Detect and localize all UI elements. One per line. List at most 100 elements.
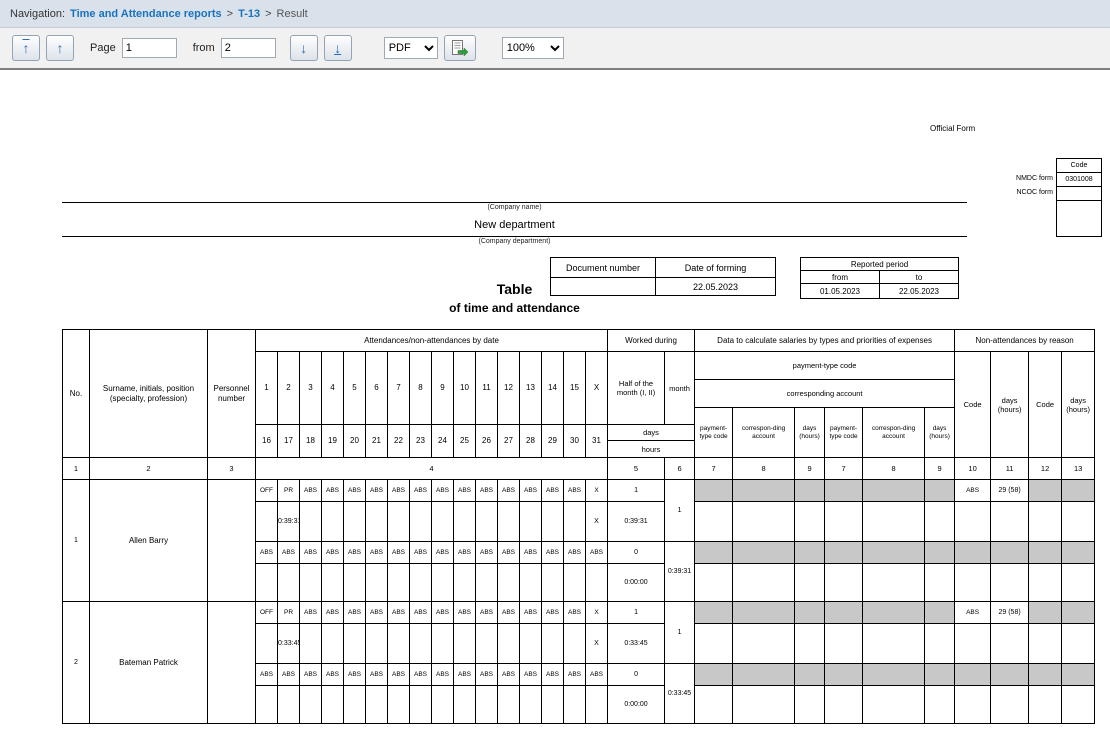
arrow-up-bar-icon: ↑ [23, 41, 30, 55]
last-page-button[interactable]: ↓ [324, 35, 352, 61]
day-hours-cell [498, 686, 520, 724]
day-code-cell: ABS [366, 480, 388, 502]
total-pages-input[interactable] [221, 38, 276, 58]
salary-data-cell [863, 542, 925, 564]
employee-row-codes-1: 2Bateman PatrickOFFPRABSABSABSABSABSABSA… [63, 602, 1095, 624]
employee-name-cell: Allen Barry [90, 480, 208, 602]
day-code-cell: ABS [300, 480, 322, 502]
column-number: 4 [256, 458, 608, 480]
column-number: 6 [665, 458, 695, 480]
day-code-cell: ABS [432, 542, 454, 564]
header-sub-days: days (hours) [925, 408, 955, 458]
date-column-header: 26 [476, 425, 498, 458]
company-department-line [62, 236, 967, 237]
day-code-cell: ABS [432, 480, 454, 502]
day-code-cell: ABS [498, 480, 520, 502]
day-hours-cell [344, 686, 366, 724]
official-form-label: Official Form [930, 124, 975, 133]
salary-data-cell [925, 502, 955, 542]
day-hours-cell [432, 624, 454, 664]
half-month-hours-cell: 0:00:00 [608, 564, 665, 602]
salary-data-cell [733, 564, 795, 602]
day-hours-cell [476, 564, 498, 602]
date-column-header: 12 [498, 352, 520, 425]
day-hours-cell [432, 502, 454, 542]
day-code-cell: ABS [586, 542, 608, 564]
format-select[interactable]: PDF [384, 37, 438, 59]
salary-data-cell [733, 664, 795, 686]
personnel-number-cell [208, 480, 256, 602]
day-code-cell: ABS [498, 602, 520, 624]
zoom-select[interactable]: 100% [502, 37, 564, 59]
nonattendance-cell [1029, 564, 1062, 602]
salary-data-cell [925, 542, 955, 564]
next-page-button[interactable]: ↓ [290, 35, 318, 61]
nonattendance-cell [991, 664, 1029, 686]
nonattendance-cell [1062, 502, 1095, 542]
breadcrumb-link-t13[interactable]: T-13 [238, 8, 260, 20]
salary-data-cell [795, 602, 825, 624]
date-column-header: 25 [454, 425, 476, 458]
salary-data-cell [925, 686, 955, 724]
date-column-header: 3 [300, 352, 322, 425]
day-code-cell: ABS [344, 664, 366, 686]
nonattendance-cell [955, 686, 991, 724]
salary-data-cell [863, 502, 925, 542]
nonattendance-cell [1062, 686, 1095, 724]
header-nonatt-code: Code [1029, 352, 1062, 458]
date-column-header: 20 [344, 425, 366, 458]
column-number: 10 [955, 458, 991, 480]
day-code-cell: ABS [322, 602, 344, 624]
salary-data-cell [925, 564, 955, 602]
nonattendance-cell [1029, 664, 1062, 686]
day-hours-cell [410, 564, 432, 602]
export-button[interactable] [444, 35, 476, 61]
day-hours-cell [564, 624, 586, 664]
day-code-cell: X [586, 480, 608, 502]
header-attendances-group: Attendances/non-attendances by date [256, 330, 608, 352]
first-page-button[interactable]: ↑ [12, 35, 40, 61]
prev-page-button[interactable]: ↑ [46, 35, 74, 61]
page-input[interactable] [122, 38, 177, 58]
day-code-cell: ABS [432, 664, 454, 686]
date-column-header: 19 [322, 425, 344, 458]
day-hours-cell [564, 686, 586, 724]
nonattendance-cell [1029, 502, 1062, 542]
day-code-cell: ABS [564, 542, 586, 564]
nonattendance-days-cell [1062, 602, 1095, 624]
salary-data-cell [863, 664, 925, 686]
employee-name-cell: Bateman Patrick [90, 602, 208, 724]
column-number: 11 [991, 458, 1029, 480]
date-column-header: 14 [542, 352, 564, 425]
day-hours-cell [476, 624, 498, 664]
salary-data-cell [825, 624, 863, 664]
day-code-cell: ABS [454, 664, 476, 686]
date-column-header: 29 [542, 425, 564, 458]
half-month-hours-cell: 0:00:00 [608, 686, 665, 724]
day-code-cell: ABS [322, 480, 344, 502]
reported-period-header: Reported period [801, 258, 959, 271]
nonattendance-cell [1062, 542, 1095, 564]
day-hours-cell [564, 564, 586, 602]
salary-data-cell [825, 480, 863, 502]
nonattendance-cell [1029, 686, 1062, 724]
date-column-header: 5 [344, 352, 366, 425]
salary-data-cell [825, 502, 863, 542]
breadcrumb-link-reports[interactable]: Time and Attendance reports [70, 8, 222, 20]
day-hours-cell [300, 686, 322, 724]
day-code-cell: OFF [256, 602, 278, 624]
salary-data-cell [795, 564, 825, 602]
nonattendance-cell [1062, 664, 1095, 686]
nonattendance-cell [1029, 542, 1062, 564]
row-number-cell: 1 [63, 480, 90, 602]
day-code-cell: ABS [586, 664, 608, 686]
day-code-cell: ABS [542, 602, 564, 624]
nonattendance-days-cell: 29 (58) [991, 480, 1029, 502]
t13-header: No. Surname, initials, position (special… [63, 330, 1095, 480]
date-column-header: 22 [388, 425, 410, 458]
date-column-header: 31 [586, 425, 608, 458]
arrow-up-icon: ↑ [57, 41, 64, 55]
day-hours-cell [586, 686, 608, 724]
day-code-cell: ABS [256, 542, 278, 564]
header-nonatt-days: days (hours) [991, 352, 1029, 458]
